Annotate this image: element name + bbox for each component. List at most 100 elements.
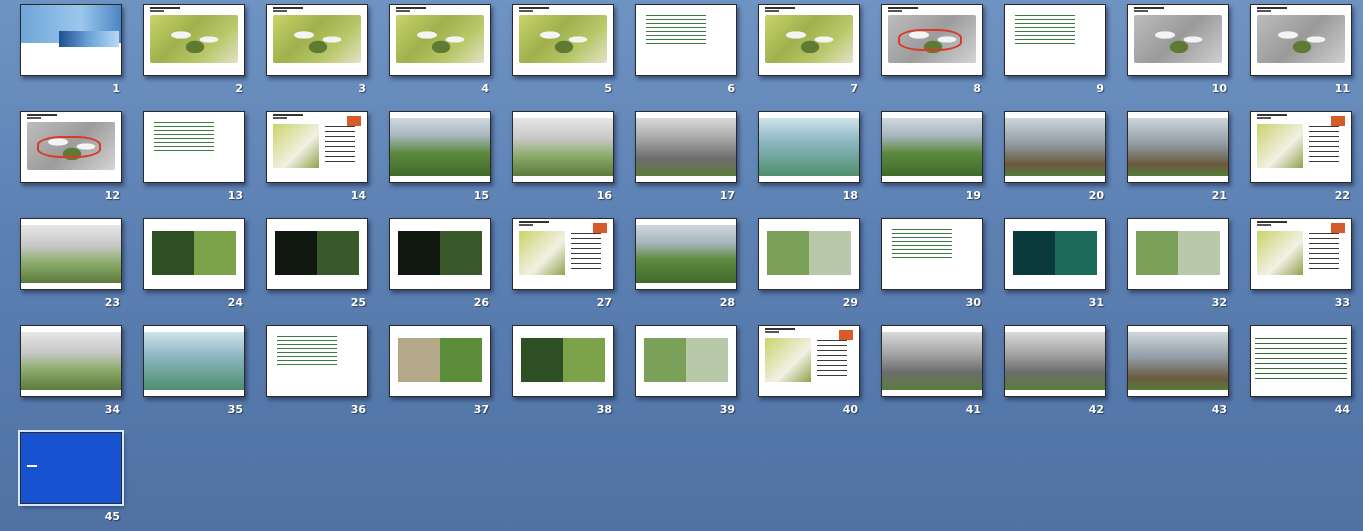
slide-thumbnail[interactable]	[1127, 111, 1229, 183]
slide-number: 9	[1096, 82, 1104, 95]
thumbnail-graphic	[817, 340, 847, 380]
slide-thumbnail[interactable]	[635, 218, 737, 290]
slide-thumbnail[interactable]	[20, 218, 122, 290]
thumbnail-graphic	[1255, 338, 1347, 380]
slide-thumbnail[interactable]	[143, 218, 245, 290]
slide-number: 30	[965, 296, 981, 309]
thumbnail-graphic	[1005, 332, 1105, 390]
slide-number: 22	[1334, 189, 1350, 202]
thumbnail-graphic	[519, 15, 607, 63]
thumbnail-graphic	[1134, 10, 1148, 12]
slide-number: 6	[727, 82, 735, 95]
thumbnail-graphic	[636, 118, 736, 176]
thumbnail-graphic	[273, 114, 303, 116]
slide-thumbnail[interactable]	[143, 325, 245, 397]
thumbnail-graphic	[1257, 221, 1287, 223]
slide-thumbnail[interactable]	[512, 4, 614, 76]
slide-thumbnail[interactable]	[1004, 325, 1106, 397]
thumbnail-graphic	[277, 336, 337, 366]
thumbnail-graphic	[152, 231, 236, 275]
slide-thumbnail[interactable]	[758, 218, 860, 290]
thumbnail-graphic	[765, 331, 779, 333]
slide-thumbnail[interactable]	[1004, 111, 1106, 183]
slide-thumbnail[interactable]	[266, 4, 368, 76]
thumbnail-graphic	[1309, 126, 1339, 166]
thumbnail-graphic	[765, 338, 811, 382]
slide-number: 17	[719, 189, 735, 202]
slide-thumbnail[interactable]	[389, 325, 491, 397]
slide-number: 37	[473, 403, 489, 416]
thumbnail-graphic	[150, 10, 164, 12]
slide-thumbnail[interactable]	[389, 218, 491, 290]
slide-thumbnail[interactable]	[1250, 111, 1352, 183]
slide-thumbnail[interactable]	[389, 4, 491, 76]
thumbnail-graphic	[644, 338, 728, 382]
slide-thumbnail[interactable]	[20, 325, 122, 397]
slide-thumbnail[interactable]	[18, 430, 124, 506]
thumbnail-graphic	[636, 225, 736, 283]
thumbnail-graphic	[1128, 332, 1228, 390]
thumbnail-graphic	[396, 15, 484, 63]
slide-number: 7	[850, 82, 858, 95]
slide-thumbnail[interactable]	[1250, 218, 1352, 290]
slide-number: 34	[104, 403, 120, 416]
slide-thumbnail[interactable]	[143, 111, 245, 183]
thumbnail-graphic	[1136, 231, 1220, 275]
slide-thumbnail[interactable]	[266, 325, 368, 397]
thumbnail-graphic	[765, 15, 853, 63]
slide-number: 14	[350, 189, 366, 202]
slide-thumbnail[interactable]	[635, 4, 737, 76]
thumbnail-graphic	[273, 10, 287, 12]
thumbnail-graphic	[892, 229, 952, 259]
thumbnail-graphic	[1134, 7, 1164, 9]
slide-number: 35	[227, 403, 243, 416]
slide-thumbnail[interactable]	[1004, 218, 1106, 290]
slide-thumbnail[interactable]	[1250, 4, 1352, 76]
slide-thumbnail[interactable]	[20, 4, 122, 76]
slide-thumbnail[interactable]	[1127, 325, 1229, 397]
slide-thumbnail[interactable]	[758, 325, 860, 397]
slide-thumbnail[interactable]	[881, 111, 983, 183]
slide-thumbnail[interactable]	[1004, 4, 1106, 76]
slide-number: 5	[604, 82, 612, 95]
thumbnail-graphic	[839, 330, 853, 340]
slide-number: 3	[358, 82, 366, 95]
slide-thumbnail[interactable]	[881, 218, 983, 290]
slide-number: 43	[1211, 403, 1227, 416]
slide-thumbnail[interactable]	[881, 325, 983, 397]
thumbnail-graphic	[27, 114, 57, 116]
thumbnail-graphic	[273, 15, 361, 63]
slide-thumbnail[interactable]	[389, 111, 491, 183]
slide-thumbnail[interactable]	[758, 4, 860, 76]
slide-thumbnail[interactable]	[635, 111, 737, 183]
slide-number: 20	[1088, 189, 1104, 202]
thumbnail-graphic	[1257, 114, 1287, 116]
thumbnail-graphic	[347, 116, 361, 126]
slide-thumbnail[interactable]	[635, 325, 737, 397]
slide-thumbnail[interactable]	[512, 111, 614, 183]
thumbnail-graphic	[646, 15, 706, 45]
thumbnail-graphic	[1331, 116, 1345, 126]
slide-thumbnail[interactable]	[1127, 218, 1229, 290]
slide-number: 15	[473, 189, 489, 202]
slide-thumbnail[interactable]	[20, 111, 122, 183]
thumbnail-graphic	[1015, 15, 1075, 45]
slide-thumbnail[interactable]	[143, 4, 245, 76]
slide-number: 31	[1088, 296, 1104, 309]
thumbnail-graphic	[1257, 231, 1303, 275]
slide-number: 25	[350, 296, 366, 309]
slide-thumbnail[interactable]	[512, 218, 614, 290]
slide-thumbnail[interactable]	[758, 111, 860, 183]
slide-number: 16	[596, 189, 612, 202]
slide-thumbnail[interactable]	[881, 4, 983, 76]
slide-thumbnail[interactable]	[266, 111, 368, 183]
slide-thumbnail[interactable]	[512, 325, 614, 397]
thumbnail-graphic	[571, 233, 601, 273]
slide-number: 2	[235, 82, 243, 95]
slide-sorter-grid: 1 2 3 4 5 6 7 8 9 10 11 12 13 14 15 16 17 18 19 20 21 22 23 24 2…	[0, 0, 1363, 531]
slide-thumbnail[interactable]	[1127, 4, 1229, 76]
thumbnail-graphic	[273, 117, 287, 119]
slide-thumbnail[interactable]	[266, 218, 368, 290]
slide-thumbnail[interactable]	[1250, 325, 1352, 397]
thumbnail-graphic	[1309, 233, 1339, 273]
